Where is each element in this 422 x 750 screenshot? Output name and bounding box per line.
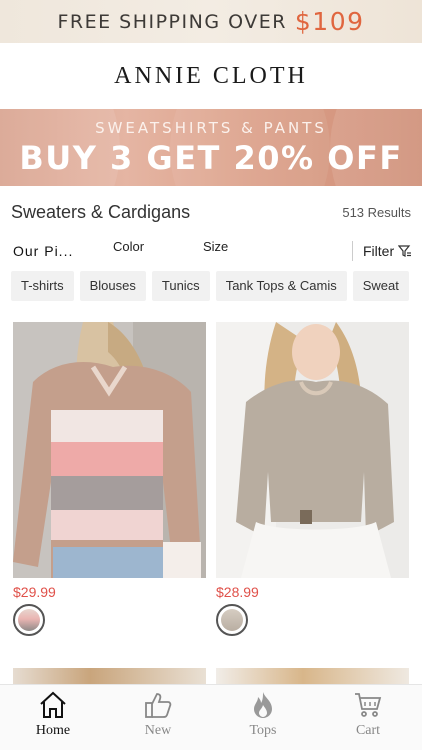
- chip-tank-tops[interactable]: Tank Tops & Camis: [215, 271, 347, 301]
- size-filter[interactable]: Size: [203, 239, 228, 254]
- bottom-navigation: Home New Tops Cart: [0, 684, 422, 750]
- filter-button[interactable]: Filter: [363, 243, 412, 259]
- free-shipping-amount: $109: [294, 7, 365, 36]
- chip-sweat[interactable]: Sweat: [352, 271, 409, 301]
- product-image[interactable]: [13, 322, 206, 578]
- sort-dropdown[interactable]: Our Pi...: [13, 243, 73, 259]
- chip-tshirts[interactable]: T-shirts: [11, 271, 74, 301]
- nav-new-label: New: [144, 723, 172, 738]
- nav-tops[interactable]: Tops: [223, 689, 303, 739]
- free-shipping-banner[interactable]: FREE SHIPPING OVER $109: [0, 0, 422, 43]
- product-card[interactable]: $29.99: [13, 322, 206, 636]
- product-price: $28.99: [216, 584, 259, 600]
- brand-logo[interactable]: ANNIE CLOTH: [0, 43, 422, 109]
- color-swatch[interactable]: [13, 604, 45, 636]
- filter-label: Filter: [363, 243, 395, 259]
- nav-tops-label: Tops: [249, 723, 277, 738]
- filter-bar: Our Pi... Color Size Filter: [0, 236, 422, 266]
- nav-cart-label: Cart: [355, 723, 381, 738]
- product-card[interactable]: $28.99: [216, 322, 409, 636]
- filter-icon: [398, 245, 412, 257]
- thumbs-up-icon: [145, 693, 172, 718]
- filter-divider: [352, 241, 353, 261]
- hero-subtitle: SWEATSHIRTS & PANTS: [95, 119, 327, 137]
- nav-home[interactable]: Home: [13, 689, 93, 739]
- chip-blouses[interactable]: Blouses: [79, 271, 146, 301]
- nav-home-label: Home: [35, 723, 71, 738]
- product-price: $29.99: [13, 584, 56, 600]
- chip-tunics[interactable]: Tunics: [151, 271, 210, 301]
- category-title: Sweaters & Cardigans: [11, 202, 191, 222]
- category-header: Sweaters & Cardigans 513 Results: [11, 200, 411, 226]
- color-swatch[interactable]: [216, 604, 248, 636]
- result-count: 513 Results: [342, 205, 411, 220]
- nav-cart[interactable]: Cart: [328, 689, 408, 739]
- subcategory-chips: T-shirts Blouses Tunics Tank Tops & Camis Sw…: [11, 271, 422, 301]
- nav-new[interactable]: New: [118, 689, 198, 739]
- color-filter[interactable]: Color: [113, 239, 144, 254]
- promo-hero-banner[interactable]: SWEATSHIRTS & PANTS BUY 3 GET 20% OFF: [0, 109, 422, 186]
- free-shipping-text: FREE SHIPPING OVER: [57, 10, 287, 33]
- product-image[interactable]: [216, 322, 409, 578]
- cart-icon: [355, 693, 382, 717]
- flame-icon: [254, 692, 272, 718]
- home-icon: [40, 691, 66, 718]
- hero-headline: BUY 3 GET 20% OFF: [19, 139, 403, 177]
